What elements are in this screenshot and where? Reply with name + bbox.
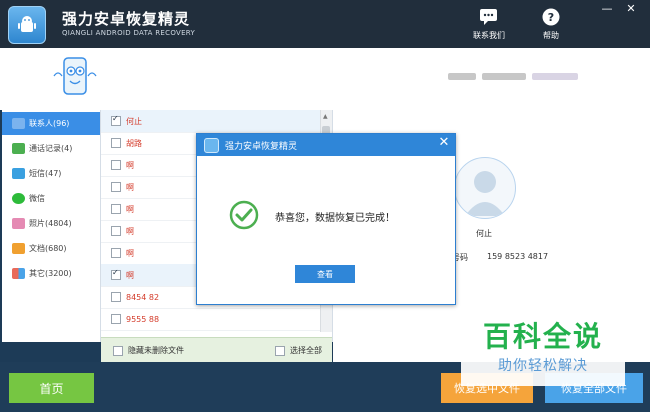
dialog-close-icon[interactable]: ✕ xyxy=(437,135,451,150)
sidebar-item-label: 通话记录(4) xyxy=(29,144,73,153)
contacts-icon xyxy=(12,118,25,129)
watermark-subtitle: 助你轻松解决 xyxy=(498,358,588,374)
list-item[interactable]: 9555 88 xyxy=(101,308,320,331)
contact-name: 8454 82 xyxy=(126,292,160,302)
checkbox[interactable] xyxy=(111,182,121,192)
sidebar-item-label: 联系人(96) xyxy=(29,119,70,128)
list-footer: 隐藏未删除文件 选择全部 xyxy=(101,337,332,363)
sidebar-item-label: 微信 xyxy=(29,194,45,203)
checkbox[interactable] xyxy=(111,114,121,126)
sidebar-item-sms[interactable]: 短信(47) xyxy=(2,162,100,185)
watermark: 百科全说 助你轻松解决 xyxy=(461,311,625,386)
completion-dialog: 强力安卓恢复精灵 ✕ 恭喜您，数据恢复已完成！ 查看 xyxy=(196,133,456,305)
sidebar-item-documents[interactable]: 文档(680) xyxy=(2,237,100,260)
device-info-blurred xyxy=(448,72,588,80)
app-title: 强力安卓恢复精灵 xyxy=(62,10,191,28)
checkbox[interactable] xyxy=(275,345,285,356)
contact-name: 何止 xyxy=(126,116,142,126)
sidebar-item-other[interactable]: 其它(3200) xyxy=(2,262,100,285)
select-all-toggle[interactable]: 选择全部 xyxy=(275,345,322,356)
list-item[interactable]: 何止 xyxy=(101,110,320,133)
contact-us-label: 联系我们 xyxy=(473,31,505,40)
chat-icon xyxy=(480,9,497,25)
checkbox[interactable] xyxy=(111,138,121,148)
contact-name: 啊 xyxy=(126,270,134,280)
category-sidebar: 联系人(96) 通话记录(4) 短信(47) 微信 照片(4804) 文档(68… xyxy=(2,110,101,342)
checkbox[interactable] xyxy=(111,314,121,324)
app-subtitle: QIANGLI ANDROID DATA RECOVERY xyxy=(62,29,196,37)
sidebar-item-label: 照片(4804) xyxy=(29,219,72,228)
sms-icon xyxy=(12,168,25,179)
checkbox[interactable] xyxy=(113,345,123,356)
close-window-icon[interactable]: ✕ xyxy=(620,2,642,16)
checkbox[interactable] xyxy=(111,268,121,280)
photo-icon xyxy=(12,218,25,229)
phone-value: 159 8523 4817 xyxy=(487,252,549,261)
contact-name: 9555 88 xyxy=(126,314,160,324)
contact-name: 啊 xyxy=(126,226,134,236)
contact-name: 啊 xyxy=(126,204,134,214)
mascot-icon xyxy=(53,57,97,95)
help-icon: ? xyxy=(542,8,560,26)
select-all-label: 选择全部 xyxy=(290,346,322,355)
help-button[interactable]: ? 帮助 xyxy=(540,8,562,41)
checkbox[interactable] xyxy=(111,226,121,236)
contact-name: 胡路 xyxy=(126,138,142,148)
detail-contact-name: 何止 xyxy=(476,229,492,238)
sidebar-item-label: 文档(680) xyxy=(29,244,67,253)
sidebar-item-contacts[interactable]: 联系人(96) xyxy=(2,112,100,135)
success-check-icon xyxy=(229,200,259,230)
other-icon xyxy=(12,268,25,279)
document-icon xyxy=(12,243,25,254)
checkbox[interactable] xyxy=(111,204,121,214)
wechat-icon xyxy=(12,193,25,204)
avatar-icon xyxy=(454,157,516,219)
watermark-title: 百科全说 xyxy=(482,320,603,353)
dialog-title: 强力安卓恢复精灵 xyxy=(225,142,298,152)
android-icon xyxy=(18,16,36,32)
checkbox[interactable] xyxy=(111,292,121,302)
sidebar-item-label: 其它(3200) xyxy=(29,269,72,278)
contact-name: 啊 xyxy=(126,160,134,170)
svg-text:?: ? xyxy=(548,11,554,24)
contact-us-button[interactable]: 联系我们 xyxy=(473,8,505,41)
sidebar-item-call-log[interactable]: 通话记录(4) xyxy=(2,137,100,160)
app-logo xyxy=(8,6,46,44)
checkbox[interactable] xyxy=(111,160,121,170)
sidebar-item-wechat[interactable]: 微信 xyxy=(2,187,100,210)
call-log-icon xyxy=(12,143,25,154)
scroll-up-icon[interactable]: ▲ xyxy=(323,113,328,120)
home-button[interactable]: 首页 xyxy=(9,373,94,403)
sidebar-item-photos[interactable]: 照片(4804) xyxy=(2,212,100,235)
minimize-icon[interactable]: — xyxy=(596,2,618,16)
sidebar-item-label: 短信(47) xyxy=(29,169,62,178)
contact-name: 啊 xyxy=(126,182,134,192)
hide-deleted-toggle[interactable]: 隐藏未删除文件 xyxy=(103,345,184,356)
dialog-message: 恭喜您，数据恢复已完成！ xyxy=(275,213,395,224)
hide-deleted-label: 隐藏未删除文件 xyxy=(128,346,184,355)
contact-name: 啊 xyxy=(126,248,134,258)
app-small-logo-icon xyxy=(204,138,219,153)
help-label: 帮助 xyxy=(543,31,559,40)
view-button[interactable]: 查看 xyxy=(295,265,355,283)
checkbox[interactable] xyxy=(111,248,121,258)
